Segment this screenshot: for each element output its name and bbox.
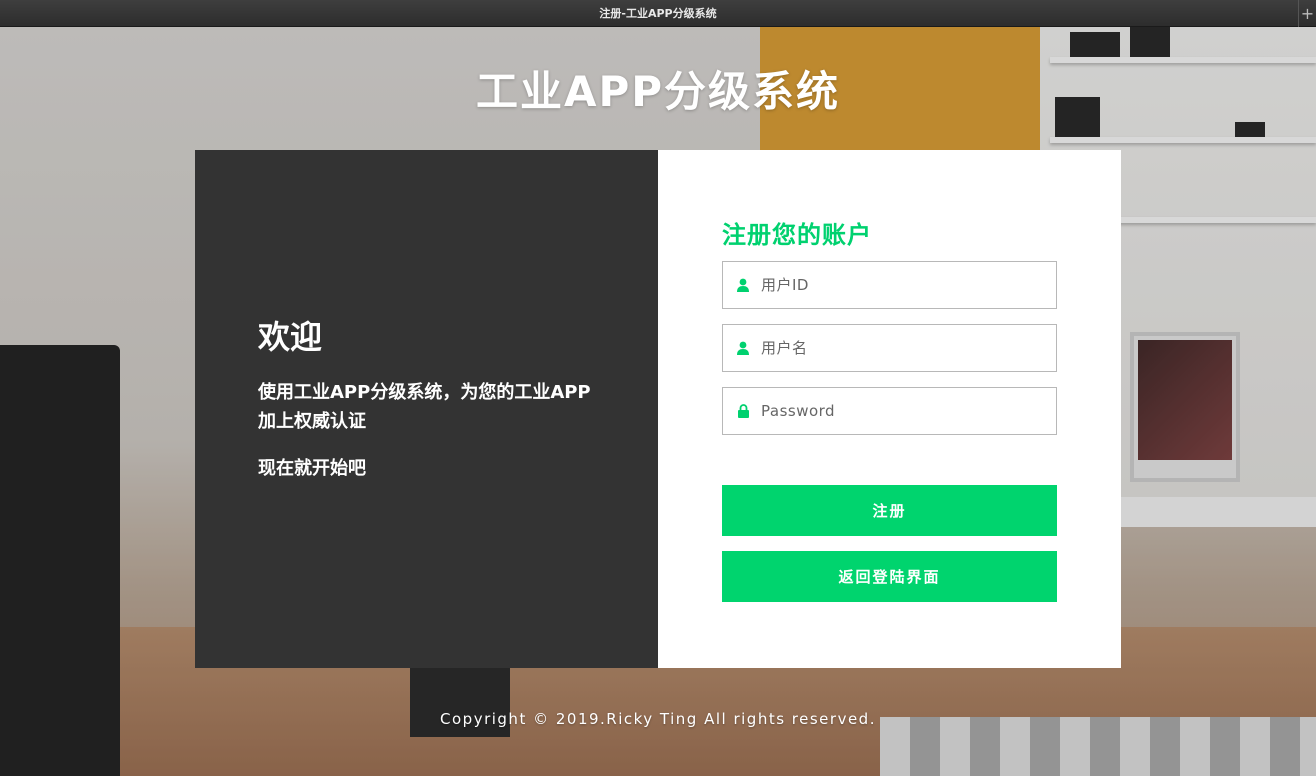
register-panel: 注册您的账户 注册 返回登陆界面 [658,150,1121,668]
copyright-footer: Copyright © 2019.Ricky Ting All rights r… [440,710,876,728]
username-field[interactable] [722,324,1057,372]
new-tab-button[interactable]: + [1298,0,1316,27]
welcome-description: 使用工业APP分级系统，为您的工业APP加上权威认证 [258,382,591,432]
window-titlebar: 注册-工业APP分级系统 + [0,0,1316,27]
password-field[interactable] [722,387,1057,435]
welcome-panel: 欢迎 使用工业APP分级系统，为您的工业APP加上权威认证 现在就开始吧 [195,150,658,668]
user-id-field[interactable] [722,261,1057,309]
user-id-input[interactable] [761,262,1041,308]
welcome-cta-text: 现在就开始吧 [258,458,366,479]
form-title: 注册您的账户 [722,221,872,249]
user-icon [723,262,761,308]
lock-icon [723,388,761,434]
back-to-login-button[interactable]: 返回登陆界面 [722,551,1057,602]
register-button[interactable]: 注册 [722,485,1057,536]
username-input[interactable] [761,325,1041,371]
window-title: 注册-工业APP分级系统 [599,7,717,20]
page-title: 工业APP分级系统 [475,67,841,116]
password-input[interactable] [761,388,1041,434]
user-icon [723,325,761,371]
welcome-heading: 欢迎 [258,318,323,356]
